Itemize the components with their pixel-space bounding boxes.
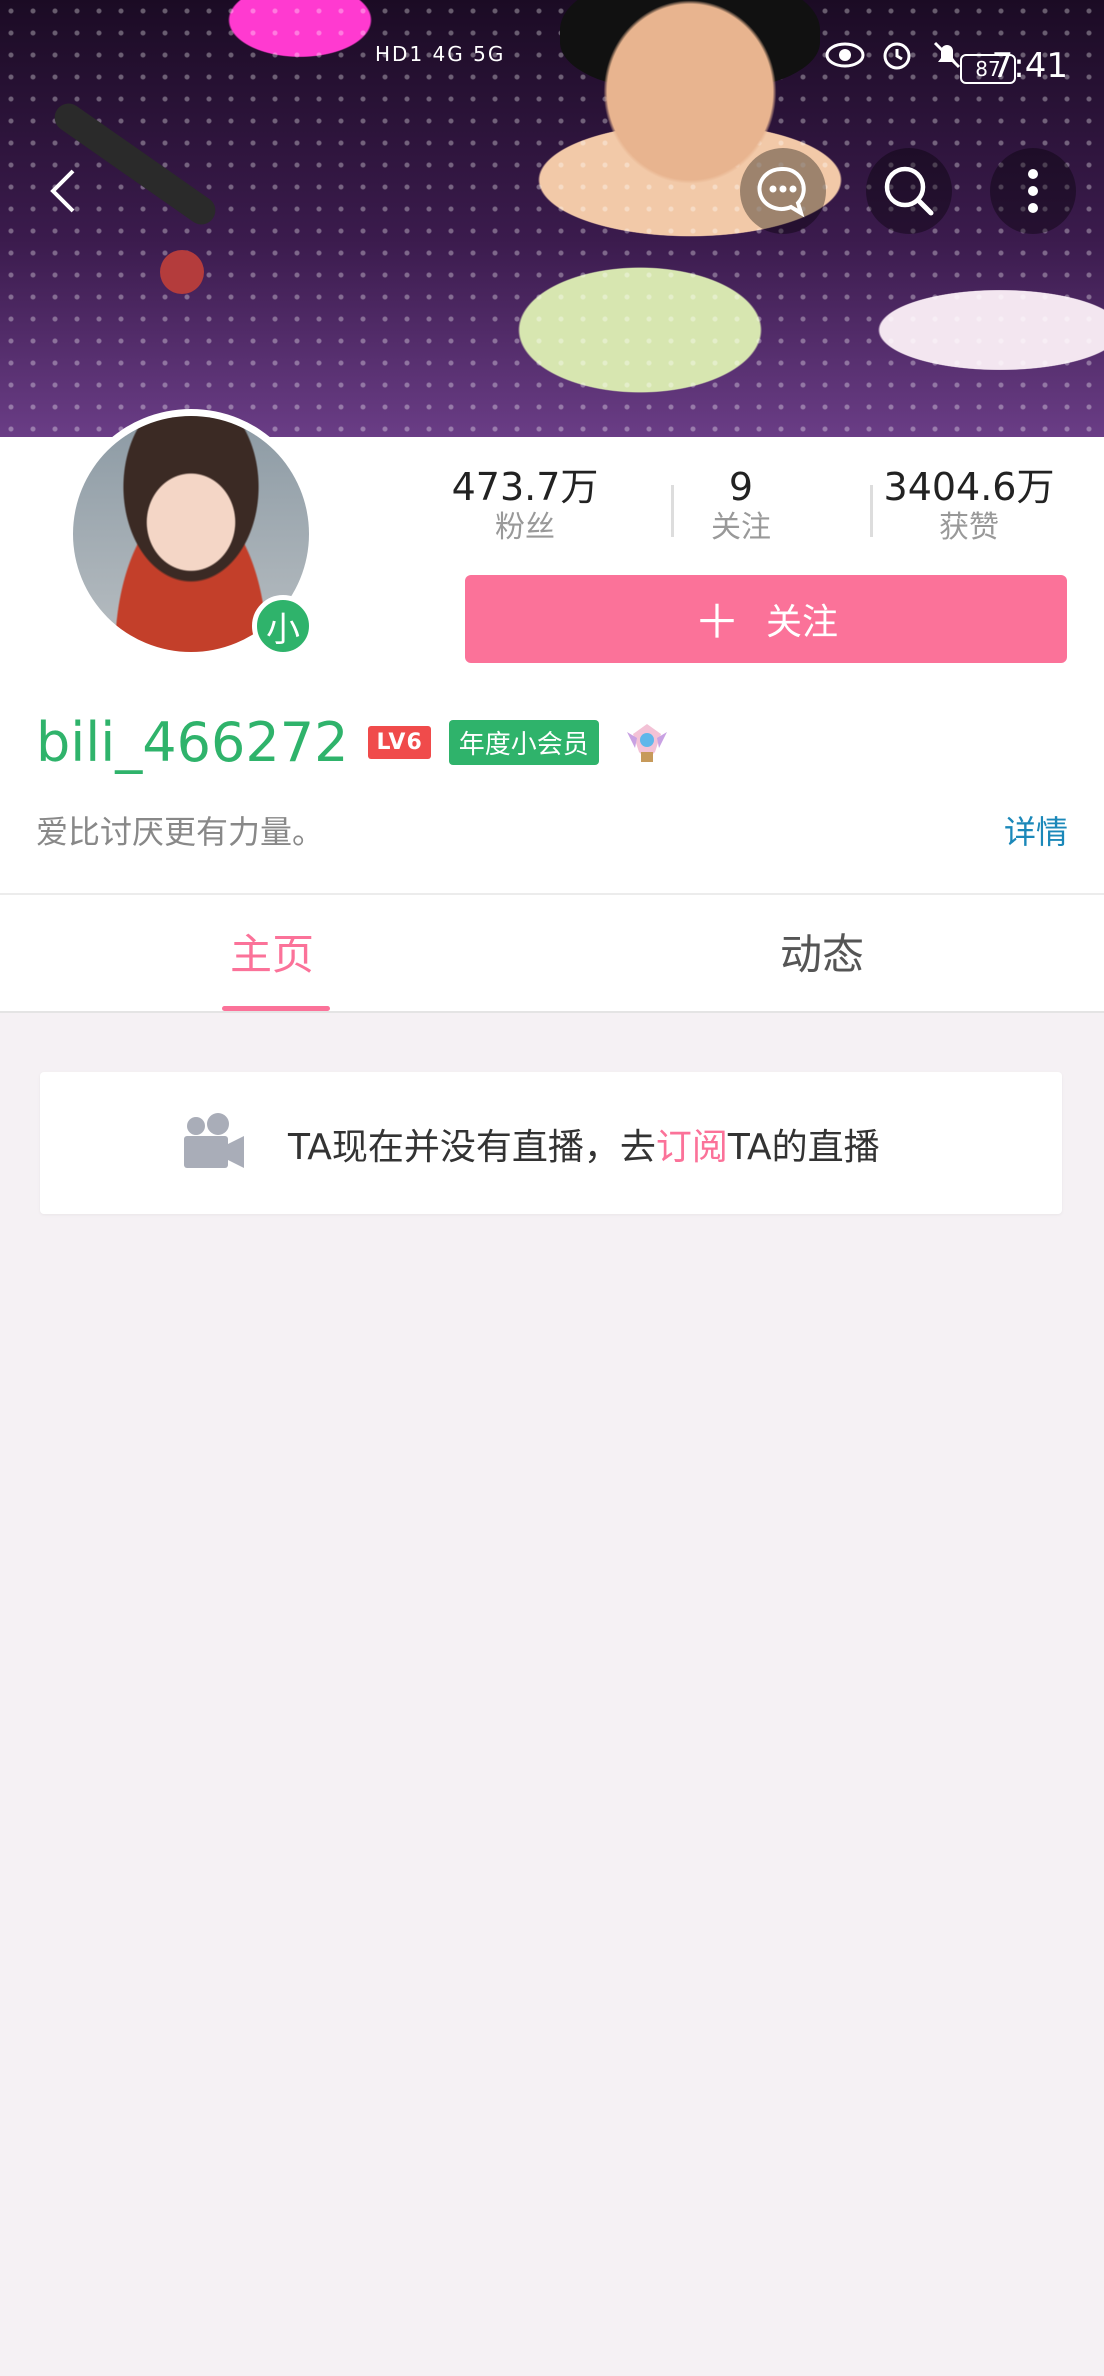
mute-bell-icon — [933, 41, 961, 68]
tab-home[interactable]: 主页 — [230, 921, 314, 982]
live-status-prefix: TA现在并没有直播，去 — [288, 1127, 656, 1168]
chevron-left-icon — [50, 169, 75, 213]
eye-icon — [825, 42, 865, 67]
plus-icon: ＋ — [693, 596, 740, 648]
profile-section: 小 473.7万 粉丝 9 关注 3404.6万 获赞 ＋ 关注 bili_46… — [0, 409, 1104, 893]
level-badge: LV6 — [368, 725, 431, 759]
alarm-icon — [883, 42, 911, 69]
follow-button[interactable]: ＋ 关注 — [465, 575, 1067, 663]
subscribe-link[interactable]: 订阅 — [656, 1127, 728, 1168]
stat-fans-label: 粉丝 — [495, 510, 555, 545]
medal-icon[interactable] — [623, 718, 671, 766]
avatar-frame: 小 — [66, 409, 316, 659]
status-icons — [825, 36, 964, 72]
clock: 7:41 — [991, 46, 1068, 86]
username: bili_466272 — [36, 710, 349, 774]
stat-likes-label: 获赞 — [939, 510, 999, 545]
tab-dynamic[interactable]: 动态 — [780, 921, 864, 982]
search-icon — [884, 166, 934, 216]
vip-badge[interactable]: 年度小会员 — [448, 719, 599, 765]
search-button[interactable] — [866, 148, 952, 234]
message-bubble-icon — [757, 166, 806, 218]
more-button[interactable] — [990, 148, 1076, 234]
back-button[interactable] — [20, 148, 106, 234]
stat-following[interactable]: 9 关注 — [671, 465, 811, 547]
stat-likes[interactable]: 3404.6万 获赞 — [869, 465, 1069, 547]
cover-banner: HD1 4G 5G 87 7:41 — [0, 0, 1104, 437]
follow-label: 关注 — [765, 601, 838, 642]
stats-row: 473.7万 粉丝 9 关注 3404.6万 获赞 — [452, 465, 1065, 545]
stat-fans-value: 473.7万 — [451, 465, 599, 509]
active-tab-indicator — [222, 1006, 330, 1011]
live-status-suffix: TA的直播 — [727, 1127, 880, 1168]
stat-fans[interactable]: 473.7万 粉丝 — [425, 465, 625, 547]
tab-bar: 主页 动态 — [0, 893, 1104, 1013]
details-link[interactable]: 详情 — [1004, 807, 1068, 853]
stat-following-value: 9 — [728, 465, 754, 509]
stat-following-label: 关注 — [711, 510, 771, 545]
name-row: bili_466272 LV6 年度小会员 — [36, 707, 671, 777]
signal-indicators: HD1 4G 5G — [375, 42, 506, 66]
video-camera-icon — [184, 1113, 244, 1168]
avatar-badge: 小 — [252, 595, 314, 657]
live-status-card: TA现在并没有直播，去订阅TA的直播 — [40, 1072, 1062, 1214]
stat-likes-value: 3404.6万 — [883, 465, 1055, 509]
more-vertical-icon — [1028, 169, 1038, 213]
status-bar: HD1 4G 5G 87 7:41 — [0, 30, 1104, 100]
live-status-text: TA现在并没有直播，去订阅TA的直播 — [288, 1118, 880, 1170]
message-button[interactable] — [740, 148, 826, 234]
cover-microphone-head — [160, 250, 204, 294]
signature: 爱比讨厌更有力量。 — [36, 813, 325, 851]
